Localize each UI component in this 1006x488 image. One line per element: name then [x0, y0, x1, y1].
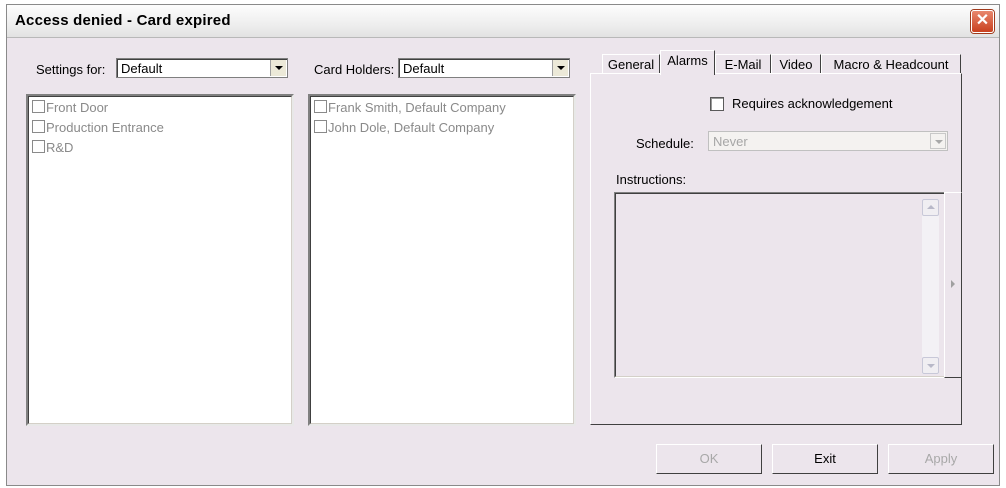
chevron-down-icon[interactable]	[270, 60, 286, 76]
list-item[interactable]: Frank Smith, Default Company	[314, 100, 506, 115]
requires-ack-label: Requires acknowledgement	[732, 96, 893, 111]
door-label: R&D	[46, 140, 74, 155]
schedule-dropdown[interactable]: Never	[708, 131, 948, 151]
checkbox[interactable]	[32, 140, 45, 153]
close-button[interactable]: ✕	[971, 10, 994, 33]
schedule-value: Never	[713, 134, 748, 149]
tab-video[interactable]: Video	[771, 54, 821, 74]
settings-for-value: Default	[121, 61, 163, 76]
card-holders-dropdown[interactable]: Default	[398, 58, 570, 78]
list-item[interactable]: John Dole, Default Company	[314, 120, 494, 135]
card-holders-list[interactable]: Frank Smith, Default Company John Dole, …	[308, 94, 576, 426]
tab-general[interactable]: General	[602, 54, 660, 74]
card-holder-label: John Dole, Default Company	[328, 120, 495, 135]
checkbox[interactable]	[32, 100, 45, 113]
instructions-text	[615, 193, 957, 377]
tab-email[interactable]: E-Mail	[715, 54, 771, 74]
card-holders-label: Card Holders:	[314, 62, 395, 77]
chevron-down-icon[interactable]	[930, 133, 946, 149]
tab-alarms[interactable]: Alarms	[660, 50, 715, 75]
doors-list[interactable]: Front Door Production Entrance R&D	[26, 94, 294, 426]
checkbox[interactable]	[32, 120, 45, 133]
card-holder-label: Frank Smith, Default Company	[328, 100, 506, 115]
instructions-field[interactable]	[614, 192, 958, 378]
exit-button[interactable]: Exit	[772, 444, 878, 474]
ok-button[interactable]: OK	[656, 444, 762, 474]
door-label: Front Door	[46, 100, 109, 115]
settings-for-dropdown[interactable]: Default	[116, 58, 288, 78]
schedule-label: Schedule:	[636, 136, 694, 151]
chevron-right-icon[interactable]	[944, 192, 962, 378]
apply-button[interactable]: Apply	[888, 444, 994, 474]
tab-macro-headcount[interactable]: Macro & Headcount	[821, 54, 961, 74]
close-icon: ✕	[975, 12, 990, 29]
scroll-down-icon[interactable]	[922, 357, 939, 374]
list-item[interactable]: Production Entrance	[32, 120, 164, 135]
requires-ack-checkbox[interactable]	[710, 97, 724, 111]
window-title: Access denied - Card expired	[15, 12, 231, 29]
scroll-up-icon[interactable]	[922, 199, 939, 216]
title-bar: Access denied - Card expired ✕	[7, 5, 999, 38]
instructions-label: Instructions:	[616, 172, 687, 187]
checkbox[interactable]	[314, 100, 327, 113]
instructions-scrollbar[interactable]	[922, 199, 939, 374]
list-item[interactable]: R&D	[32, 140, 73, 155]
chevron-down-icon[interactable]	[552, 60, 568, 76]
card-holders-value: Default	[403, 61, 445, 76]
checkbox[interactable]	[314, 120, 327, 133]
list-item[interactable]: Front Door	[32, 100, 108, 115]
door-label: Production Entrance	[46, 120, 164, 135]
settings-for-label: Settings for:	[36, 62, 106, 77]
